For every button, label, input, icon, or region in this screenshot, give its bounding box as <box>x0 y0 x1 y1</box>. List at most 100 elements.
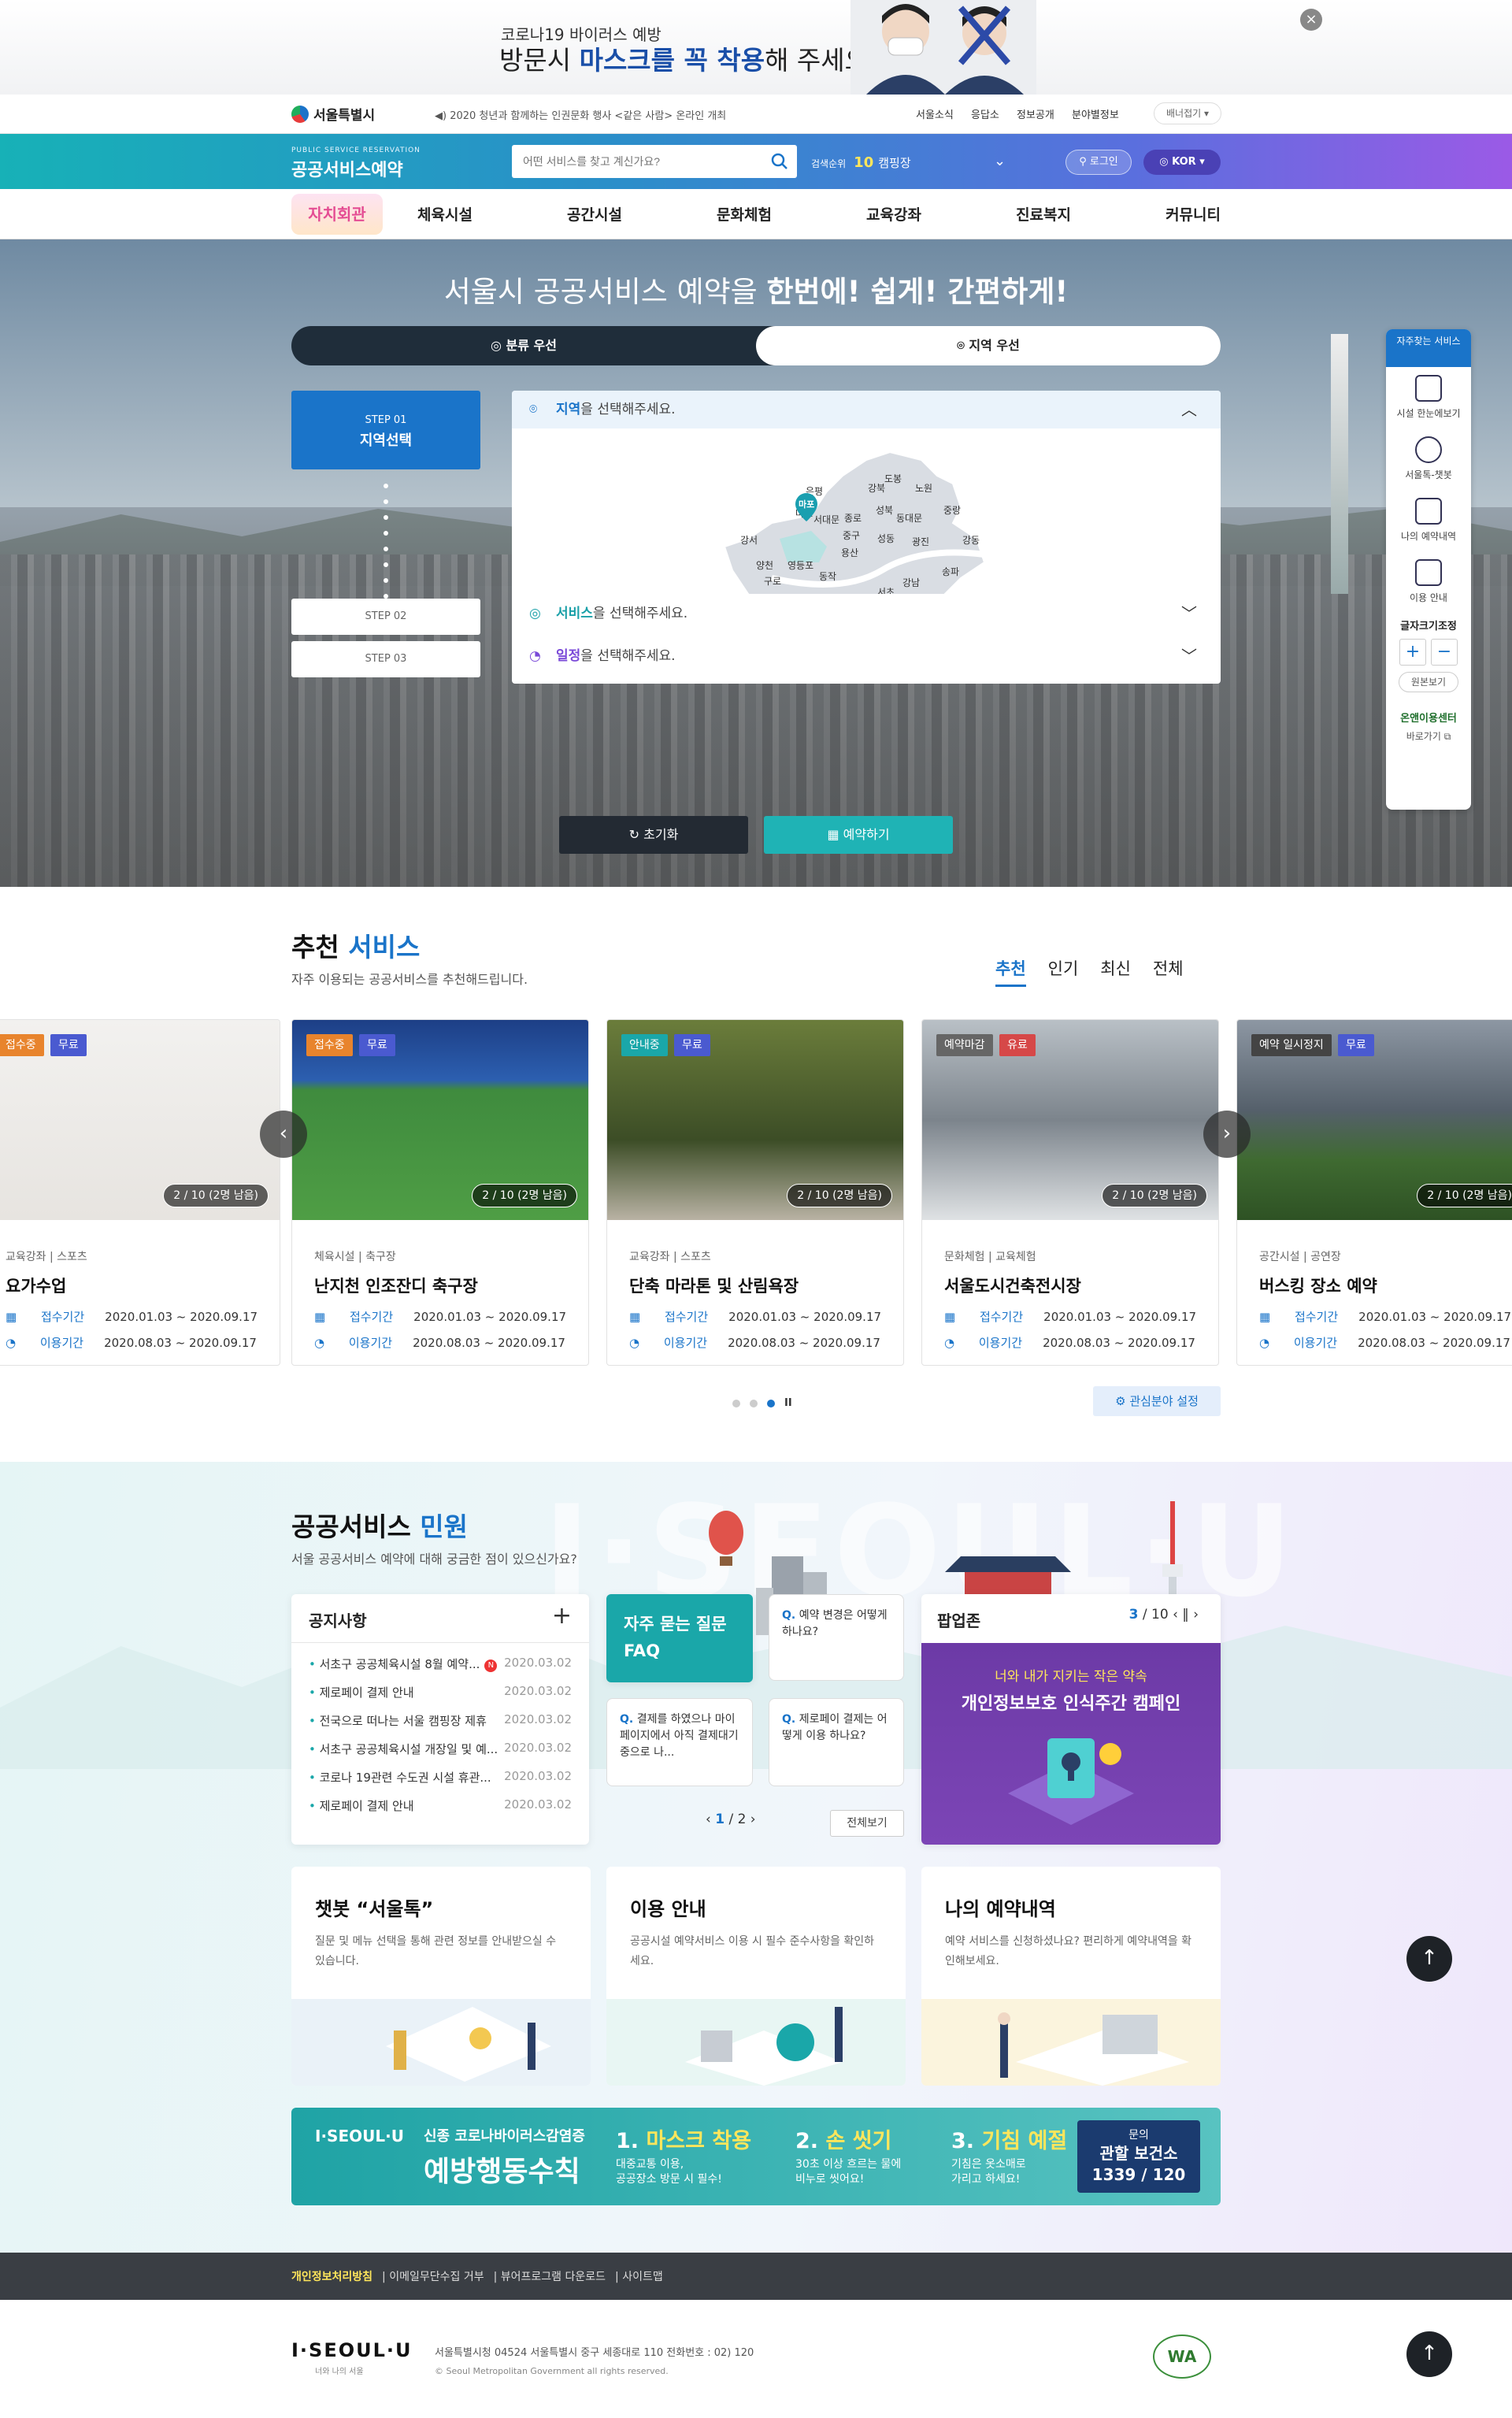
quick-guide[interactable]: 이용 안내 <box>1386 551 1471 613</box>
district-label[interactable]: 용산 <box>841 547 858 558</box>
search-rank[interactable]: 검색순위 10 캠핑장 <box>811 154 911 171</box>
district-label[interactable]: 강북 <box>868 483 885 494</box>
login-button[interactable]: ⚲ 로그인 <box>1065 150 1132 175</box>
quick-my-reservation[interactable]: 나의 예약내역 <box>1386 490 1471 551</box>
district-label[interactable]: 영등포 <box>788 560 813 571</box>
district-label[interactable]: 구로 <box>764 576 781 587</box>
reset-button[interactable]: ↻ 초기화 <box>559 816 748 854</box>
district-label[interactable]: 광진 <box>912 536 929 547</box>
service-card[interactable]: 안내중 무료 2 / 10 (2명 남음) 교육강좌 | 스포츠 단축 마라톤 및 산림… <box>606 1019 904 1366</box>
seoul-logo[interactable]: 서울특별시 <box>291 104 375 124</box>
privacy-policy-link[interactable]: 개인정보처리방침 <box>291 2271 372 2283</box>
service-card[interactable]: 접수중 무료 2 / 10 (2명 남음) 체육시설 | 축구장 난지천 인조잔디 축구… <box>291 1019 589 1366</box>
tab-recommend[interactable]: 추천 <box>995 956 1026 987</box>
district-label[interactable]: 중랑 <box>943 505 961 516</box>
quick-chatbot[interactable]: 서울톡-챗봇 <box>1386 428 1471 490</box>
district-label[interactable]: 종로 <box>844 513 862 524</box>
faq-header-card[interactable]: 자주 묻는 질문 FAQ <box>606 1594 753 1682</box>
tab-latest[interactable]: 최신 <box>1100 956 1131 987</box>
service-card[interactable]: 예약 일시정지 무료 2 / 10 (2명 남음) 공간시설 | 공연장 버스킹 장소 … <box>1236 1019 1512 1366</box>
notice-item[interactable]: • 제로페이 결제 안내 2020.03.02 <box>309 1797 572 1826</box>
menu-education[interactable]: 교육강좌 <box>866 203 921 224</box>
menu-culture[interactable]: 문화체험 <box>717 203 772 224</box>
date-select[interactable]: ◔ 일정을 선택해주세요. ﹀ <box>512 636 1221 676</box>
scroll-top-button[interactable]: ↑ <box>1406 1936 1452 1982</box>
chevron-down-icon[interactable]: ﹀ <box>1181 636 1197 676</box>
tab-region-first[interactable]: ⌾ 지역 우선 <box>756 326 1221 365</box>
covid-prevention-banner[interactable]: I·SEOUL·U 신종 코로나바이러스감염증 예방행동수칙 1. 마스크 착용… <box>291 2108 1221 2205</box>
font-increase-button[interactable]: + <box>1399 639 1426 666</box>
sitemap-link[interactable]: 사이트맵 <box>622 2271 663 2283</box>
util-link-info[interactable]: 정보공개 <box>1017 109 1054 121</box>
pause-button[interactable]: II <box>784 1397 792 1409</box>
district-label[interactable]: 동대문 <box>896 513 922 524</box>
more-plus-icon[interactable]: + <box>552 1602 572 1630</box>
language-button[interactable]: ◎ KOR ▾ <box>1143 150 1221 175</box>
service-card[interactable]: 접수중 무료 2 / 10 (2명 남음) 교육강좌 | 스포츠 요가수업 ▦ 접수기간 2… <box>0 1019 280 1366</box>
tab-popular[interactable]: 인기 <box>1048 956 1079 987</box>
search-icon[interactable] <box>770 152 789 171</box>
menu-medical[interactable]: 진료복지 <box>1016 203 1071 224</box>
faq-item[interactable]: Q. 제로페이 결제는 어떻게 이용 하나요? <box>769 1698 904 1786</box>
pager-dot[interactable] <box>732 1399 740 1407</box>
tab-all[interactable]: 전체 <box>1153 956 1184 987</box>
font-decrease-button[interactable]: − <box>1431 639 1458 666</box>
menu-space[interactable]: 공간시설 <box>567 203 622 224</box>
district-label[interactable]: 중구 <box>843 530 860 541</box>
email-refuse-link[interactable]: 이메일무단수집 거부 <box>389 2271 484 2283</box>
chevron-up-icon[interactable]: ︿ <box>1181 391 1197 428</box>
district-label[interactable]: 성북 <box>876 505 893 516</box>
carousel-prev-button[interactable]: ‹ <box>260 1111 307 1158</box>
pager-dot[interactable] <box>750 1399 758 1407</box>
call-center-link[interactable]: 바로가기 ⧉ <box>1386 729 1471 743</box>
service-card[interactable]: 예약마감 유료 2 / 10 (2명 남음) 문화체험 | 교육체험 서울도시건축전시장… <box>921 1019 1219 1366</box>
util-link-field[interactable]: 분야별정보 <box>1072 109 1119 121</box>
district-label[interactable]: 노원 <box>915 483 932 494</box>
util-link-response[interactable]: 응답소 <box>971 109 999 121</box>
district-label[interactable]: 동작 <box>819 571 836 582</box>
district-label[interactable]: 강동 <box>962 535 980 546</box>
menu-community[interactable]: 커뮤니티 <box>1166 203 1221 224</box>
chevron-left-icon[interactable]: ‹ <box>1173 1607 1182 1623</box>
notice-item[interactable]: • 전국으로 떠나는 서울 캠핑장 제휴 2020.03.02 <box>309 1712 572 1741</box>
chevron-down-icon[interactable]: ﹀ <box>1181 594 1197 633</box>
district-label[interactable]: 강서 <box>740 535 758 546</box>
chevron-right-icon[interactable]: › <box>1193 1607 1199 1623</box>
banner-fold-button[interactable]: 배너접기 ▾ <box>1154 102 1221 124</box>
faq-item[interactable]: Q. 결제를 하였으나 마이페이지에서 아직 결제대기중으로 나... <box>606 1698 753 1786</box>
pause-icon[interactable]: ‖ <box>1182 1607 1193 1623</box>
region-select-header[interactable]: ⌾ 지역을 선택해주세요. ︿ <box>512 391 1221 428</box>
notice-item[interactable]: • 코로나 19관련 수도권 시설 휴관... 2020.03.02 <box>309 1769 572 1797</box>
chevron-left-icon[interactable]: ‹ <box>706 1812 715 1827</box>
district-label[interactable]: 송파 <box>942 566 959 577</box>
popup-banner[interactable]: 너와 내가 지키는 작은 약속 개인정보보호 인식주간 캠페인 <box>921 1643 1221 1845</box>
notice-item[interactable]: • 서초구 공공체육시설 개장일 및 예... 2020.03.02 <box>309 1741 572 1769</box>
menu-sports[interactable]: 체육시설 <box>417 203 472 224</box>
pager-dot-active[interactable] <box>767 1399 775 1407</box>
banner-close-button[interactable]: × <box>1300 9 1322 31</box>
chevron-right-icon[interactable]: › <box>746 1812 756 1827</box>
usage-guide-card[interactable]: 이용 안내 공공시설 예약서비스 이용 시 필수 준수사항을 확인하세요. <box>606 1867 906 2086</box>
site-title[interactable]: 공공서비스예약 <box>291 156 403 181</box>
my-reservation-card[interactable]: 나의 예약내역 예약 서비스를 신청하셨나요? 편리하게 예약내역을 확인해보세… <box>921 1867 1221 2086</box>
faq-item[interactable]: Q. 예약 변경은 어떻게 하나요? <box>769 1594 904 1681</box>
notice-ticker[interactable]: ◀) 2020 청년과 함께하는 인권문화 행사 <같은 사람> 온라인 개최 <box>435 107 726 122</box>
notice-item[interactable]: • 제로페이 결제 안내 2020.03.02 <box>309 1684 572 1712</box>
notice-item[interactable]: • 서초구 공공체육시설 8월 예약... N 2020.03.02 <box>309 1656 572 1684</box>
tab-category-first[interactable]: ◎ 분류 우선 <box>291 326 756 365</box>
faq-view-all-button[interactable]: 전체보기 <box>830 1810 904 1837</box>
district-label[interactable]: 도봉 <box>884 473 902 484</box>
call-center-logo[interactable]: 온앤이용센터 <box>1386 710 1471 725</box>
chatbot-card[interactable]: 챗봇 “서울톡” 질문 및 메뉴 선택을 통해 관련 정보를 안내받으실 수 있… <box>291 1867 591 2086</box>
service-select[interactable]: ◎ 서비스을 선택해주세요. ﹀ <box>512 594 1221 633</box>
carousel-next-button[interactable]: › <box>1203 1111 1251 1158</box>
district-label[interactable]: 성동 <box>877 533 895 544</box>
search-input[interactable] <box>512 145 748 178</box>
interest-setting-button[interactable]: ⚙ 관심분야 설정 <box>1093 1386 1221 1416</box>
district-label[interactable]: 강남 <box>902 577 920 588</box>
district-label[interactable]: 양천 <box>756 559 773 571</box>
chevron-down-icon[interactable]: ⌄ <box>994 153 1006 169</box>
quick-facility[interactable]: 시설 한눈에보기 <box>1386 367 1471 428</box>
viewer-download-link[interactable]: 뷰어프로그램 다운로드 <box>501 2271 606 2283</box>
font-original-button[interactable]: 원본보기 <box>1399 672 1458 692</box>
